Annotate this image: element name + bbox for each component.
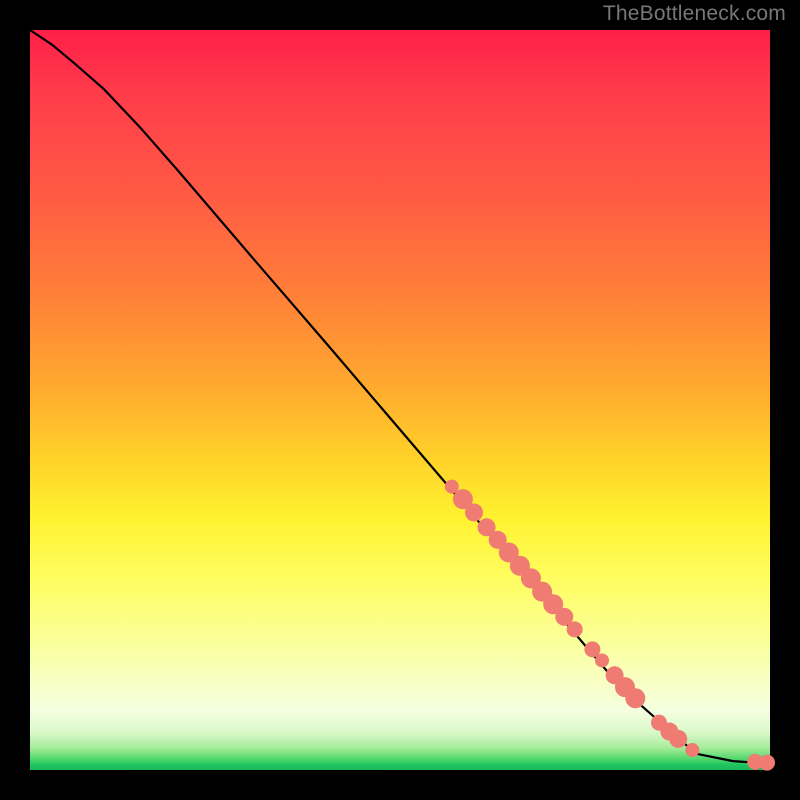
data-marker — [685, 743, 699, 757]
chart-stage: TheBottleneck.com — [0, 0, 800, 800]
data-markers — [445, 480, 775, 771]
data-marker — [759, 755, 775, 771]
data-marker — [669, 730, 687, 748]
curve-layer — [30, 30, 770, 770]
plot-area — [30, 30, 770, 770]
watermark-text: TheBottleneck.com — [603, 2, 786, 26]
data-marker — [625, 688, 645, 708]
bottleneck-curve — [30, 30, 770, 763]
data-marker — [595, 653, 609, 667]
data-marker — [465, 503, 483, 521]
data-marker — [567, 621, 583, 637]
